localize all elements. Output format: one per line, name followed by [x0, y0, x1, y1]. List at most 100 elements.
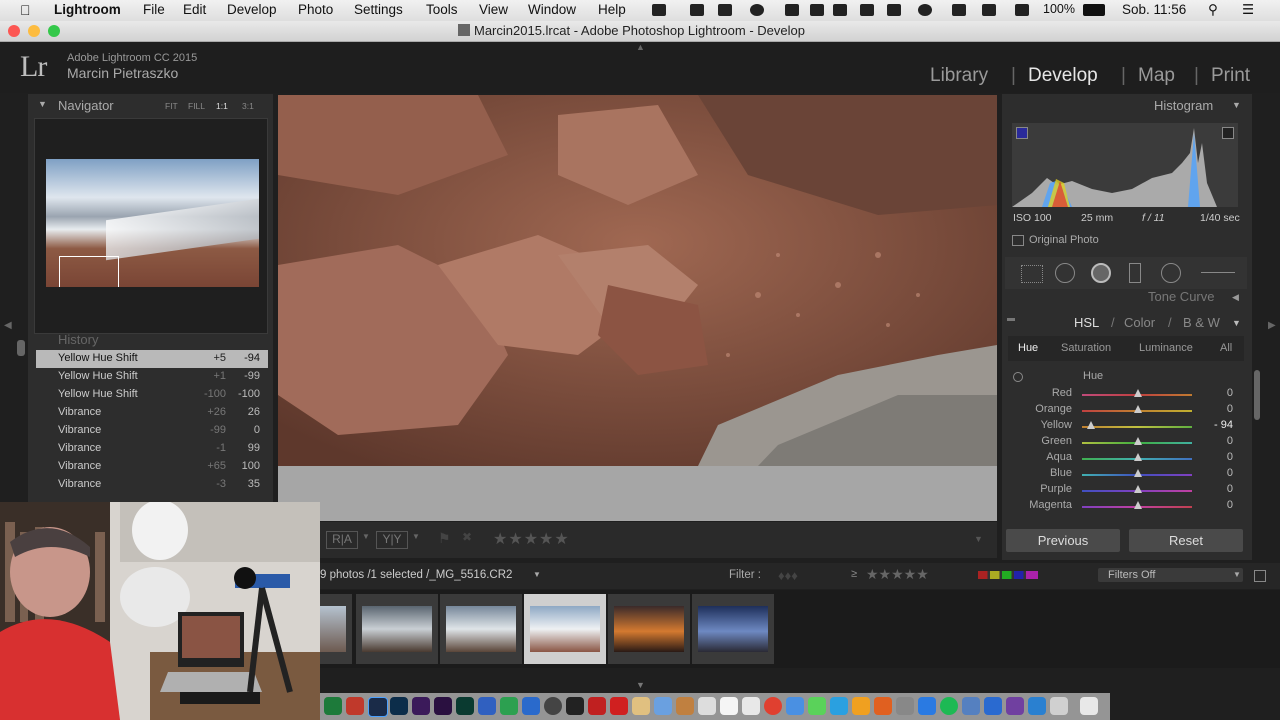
flag-filter-icon[interactable]: ♦♦♦ — [778, 568, 798, 583]
flag-icon[interactable]: ⚑ — [438, 530, 451, 547]
app-store-icon[interactable] — [478, 697, 496, 715]
messages-icon[interactable] — [808, 697, 826, 715]
yy-dropdown-icon[interactable]: ▼ — [412, 532, 420, 541]
shadow-clipping-icon[interactable] — [1016, 127, 1028, 139]
filmstrip-source-dropdown-icon[interactable]: ▼ — [533, 570, 541, 579]
safari-icon[interactable] — [918, 697, 936, 715]
downloads-icon[interactable] — [1050, 697, 1068, 715]
menu-view[interactable]: View — [479, 2, 508, 17]
wifi-icon[interactable] — [952, 4, 966, 16]
sync-icon[interactable] — [785, 4, 799, 16]
subtab-luminance[interactable]: Luminance — [1139, 342, 1193, 354]
slider-red[interactable]: Red 0 — [1010, 387, 1245, 403]
slider-yellow[interactable]: Yellow - 94 — [1010, 419, 1245, 435]
filmstrip-collapse-icon[interactable]: ▼ — [636, 680, 645, 690]
graduated-filter-icon[interactable] — [1129, 263, 1141, 283]
filmstrip-status[interactable]: 9 photos /1 selected /_MG_5516.CR2 — [320, 569, 512, 581]
eye-icon[interactable] — [750, 4, 764, 16]
github-icon[interactable] — [544, 697, 562, 715]
right-panel-toggle-icon[interactable]: ▶ — [1268, 320, 1276, 331]
premiere-icon[interactable] — [434, 697, 452, 715]
right-panel-scrollbar[interactable] — [1254, 370, 1260, 420]
menu-develop[interactable]: Develop — [227, 2, 277, 17]
previous-button[interactable]: Previous — [1006, 529, 1120, 552]
tone-curve-expand-icon[interactable]: ◀ — [1232, 292, 1239, 303]
zoom-fill[interactable]: FILL — [188, 101, 205, 111]
filezilla-icon[interactable] — [588, 697, 606, 715]
photos-icon[interactable] — [962, 697, 980, 715]
finder-icon[interactable] — [830, 697, 848, 715]
airplay-icon[interactable] — [1015, 4, 1029, 16]
hsl-collapse-icon[interactable]: ▼ — [1232, 318, 1241, 328]
zoom-3-1[interactable]: 3:1 — [242, 101, 254, 111]
menu-window[interactable]: Window — [528, 2, 576, 17]
rating-operator[interactable]: ≥ — [851, 568, 857, 580]
color-tab[interactable]: Color — [1124, 315, 1155, 330]
main-photo[interactable] — [278, 95, 997, 466]
drive-upload-icon[interactable] — [833, 4, 847, 16]
lightroom-dock-icon[interactable] — [368, 697, 388, 717]
filter-lock-icon[interactable] — [1254, 570, 1266, 582]
original-photo-checkbox[interactable] — [1012, 235, 1024, 246]
slider-blue[interactable]: Blue 0 — [1010, 467, 1245, 483]
history-row[interactable]: Vibrance -1 99 — [36, 440, 268, 458]
bw-tab[interactable]: B & W — [1183, 315, 1220, 330]
spotlight-search-icon[interactable]: ⚲ — [1208, 2, 1218, 18]
skype-icon[interactable] — [786, 697, 804, 715]
adjustment-brush-icon[interactable] — [1201, 272, 1235, 273]
hsl-tab[interactable]: HSL — [1074, 315, 1099, 330]
trash-icon[interactable] — [1080, 697, 1098, 715]
history-row[interactable]: Yellow Hue Shift +5 -94 — [36, 350, 268, 368]
bolt-icon[interactable] — [652, 4, 666, 16]
filmstrip-thumbnail[interactable] — [692, 594, 774, 664]
c-app-icon[interactable] — [500, 697, 518, 715]
collapse-top-panel-icon[interactable]: ▲ — [636, 42, 645, 52]
notification-center-icon[interactable]: ☰ — [1242, 2, 1254, 18]
highlight-clipping-icon[interactable] — [1222, 127, 1234, 139]
filmstrip-thumbnail[interactable] — [356, 594, 438, 664]
imovie-icon[interactable] — [1006, 697, 1024, 715]
navigator-thumbnail[interactable] — [46, 159, 259, 287]
filters-dropdown-icon[interactable]: ▼ — [1233, 570, 1241, 579]
left-panel-scrollbar[interactable] — [17, 340, 25, 356]
before-after-dropdown-icon[interactable]: ▼ — [362, 532, 370, 541]
minimize-window-button[interactable] — [28, 25, 40, 37]
slider-aqua[interactable]: Aqua 0 — [1010, 451, 1245, 467]
mail-icon[interactable] — [1028, 697, 1046, 715]
apple-menu-icon[interactable]:  — [20, 2, 31, 18]
subtab-all[interactable]: All — [1220, 342, 1232, 354]
zoom-fit[interactable]: FIT — [165, 101, 178, 111]
bag-icon[interactable] — [887, 4, 901, 16]
app-menu[interactable]: Lightroom — [54, 2, 121, 17]
rating-filter[interactable]: ★★★★★ — [866, 566, 929, 583]
left-panel-toggle-icon[interactable]: ◀ — [4, 320, 12, 331]
radial-filter-icon[interactable] — [1161, 263, 1181, 283]
history-row[interactable]: Yellow Hue Shift -100 -100 — [36, 386, 268, 404]
menu-tools[interactable]: Tools — [426, 2, 458, 17]
history-row[interactable]: Vibrance +65 100 — [36, 458, 268, 476]
filmstrip-thumbnail[interactable] — [440, 594, 522, 664]
menu-edit[interactable]: Edit — [183, 2, 206, 17]
battery-icon[interactable] — [1083, 4, 1105, 16]
slider-green[interactable]: Green 0 — [1010, 435, 1245, 451]
slider-purple[interactable]: Purple 0 — [1010, 483, 1245, 499]
subtab-saturation[interactable]: Saturation — [1061, 342, 1111, 354]
volume-icon[interactable] — [982, 4, 996, 16]
subtab-hue[interactable]: Hue — [1018, 342, 1038, 354]
drive-icon[interactable] — [810, 4, 824, 16]
crop-tool-icon[interactable] — [1021, 265, 1043, 283]
targeted-adjustment-icon[interactable] — [1013, 372, 1023, 382]
module-library[interactable]: Library — [930, 65, 988, 87]
reject-flag-icon[interactable]: ✖ — [462, 530, 472, 544]
spotify-icon[interactable] — [940, 697, 958, 715]
vlc-icon[interactable] — [874, 697, 892, 715]
module-develop[interactable]: Develop — [1028, 65, 1098, 87]
hsl-panel-switch-icon[interactable] — [1007, 318, 1015, 321]
menu-settings[interactable]: Settings — [354, 2, 403, 17]
spot-removal-icon[interactable] — [1055, 263, 1075, 283]
filmstrip-thumbnail[interactable] — [608, 594, 690, 664]
close-window-button[interactable] — [8, 25, 20, 37]
terminal-icon[interactable] — [566, 697, 584, 715]
color-label-filter[interactable] — [978, 571, 1038, 579]
menu-help[interactable]: Help — [598, 2, 626, 17]
